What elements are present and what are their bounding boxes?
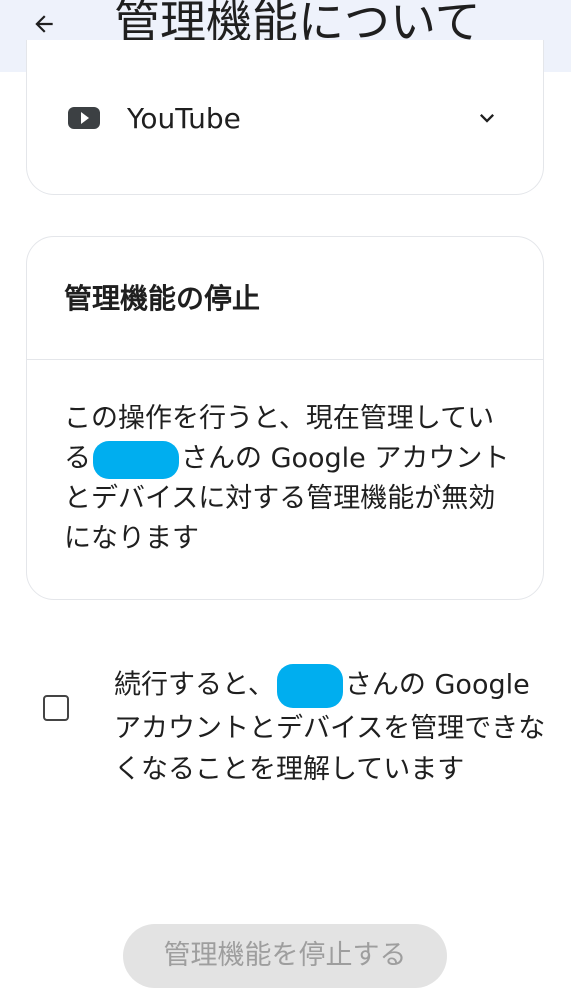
stop-management-card: 管理機能の停止 この操作を行うと、現在管理している さんの Google アカウン… — [26, 236, 544, 600]
checkbox-box — [43, 695, 69, 721]
youtube-icon — [68, 107, 100, 129]
divider — [27, 359, 543, 360]
stop-card-description: この操作を行うと、現在管理している さんの Google アカウントとデバイスに対… — [64, 399, 514, 559]
youtube-label: YouTube — [127, 102, 241, 135]
stop-card-title: 管理機能の停止 — [64, 282, 261, 315]
redacted-name — [276, 664, 343, 708]
chevron-down-icon — [480, 114, 494, 123]
redacted-name — [93, 440, 179, 479]
back-button[interactable] — [22, 6, 66, 42]
consent-text-1: 続行すると、 — [114, 669, 275, 701]
consent-text: 続行すると、 さんの Google アカウントとデバイスを管理できなくなることを理… — [114, 664, 546, 790]
consent-checkbox[interactable] — [42, 694, 72, 724]
stop-management-button[interactable]: 管理機能を停止する — [123, 924, 447, 988]
youtube-expand-row[interactable]: YouTube — [27, 92, 543, 148]
youtube-section-card: YouTube — [26, 40, 544, 195]
back-arrow-icon — [35, 15, 53, 33]
